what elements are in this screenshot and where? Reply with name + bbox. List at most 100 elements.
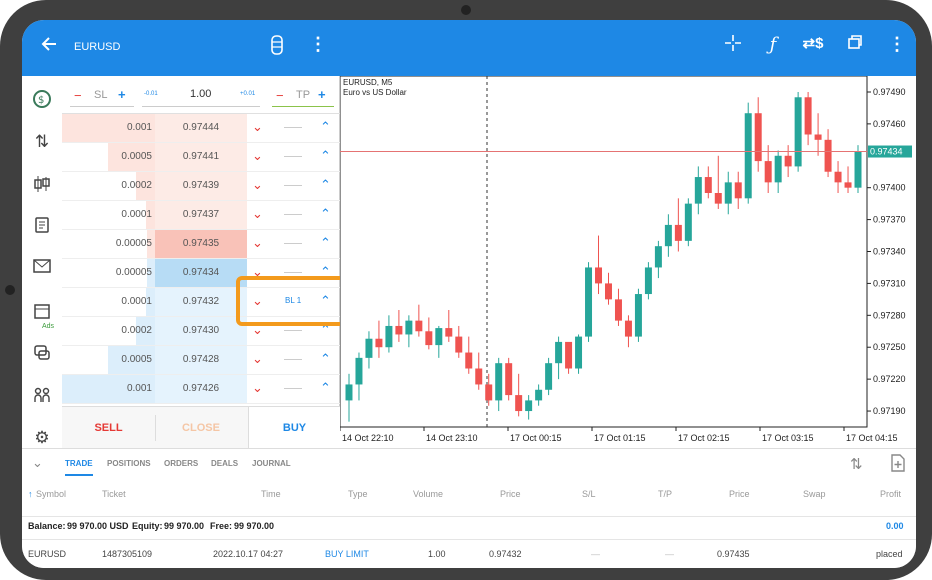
dom-row[interactable]: 0.0001 0.97437 ⌄ ⌃ (62, 201, 340, 230)
candle-body (784, 155, 792, 167)
tp-plus-button[interactable]: + (318, 87, 326, 102)
chat-icon[interactable] (28, 344, 56, 368)
dom-row[interactable]: 0.0002 0.97439 ⌄ ⌃ (62, 172, 340, 201)
no-order-dash (284, 214, 302, 215)
buy-limit-chevron-up-icon[interactable]: ⌃ (320, 235, 331, 251)
candle-body (565, 341, 573, 369)
trade-params-row: − SL + -0.01 1.00 +0.01 − TP + (62, 76, 340, 114)
dom-row[interactable]: 0.0005 0.97441 ⌄ ⌃ (62, 143, 340, 172)
app-toolbar: EURUSD ⋮ ƒ ⇄$ ⋮ (22, 20, 916, 76)
tp-minus-button[interactable]: − (276, 88, 284, 103)
equity-label: Equity: (132, 521, 163, 531)
dom-row[interactable]: 0.001 0.97444 ⌄ ⌃ (62, 114, 340, 143)
crosshair-icon[interactable] (720, 34, 746, 57)
sort-icon[interactable]: ⇅ (850, 455, 863, 473)
total-profit: 0.00 (886, 521, 904, 531)
dom-row[interactable]: 0.001 0.97426 ⌄ ⌃ (62, 375, 340, 404)
candle-body (844, 182, 852, 188)
candle-body (595, 267, 603, 284)
buy-limit-chevron-up-icon[interactable]: ⌃ (320, 380, 331, 396)
sell-button[interactable]: SELL (62, 407, 155, 449)
mail-icon[interactable] (28, 258, 56, 282)
no-order-dash (284, 243, 302, 244)
tab-journal[interactable]: JOURNAL (252, 459, 291, 468)
dollar-swap-icon[interactable]: ⇄$ (800, 34, 826, 52)
dom-price: 0.97430 (182, 325, 220, 336)
candle-body (405, 320, 413, 335)
community-icon[interactable] (28, 386, 56, 410)
sell-limit-chevron-down-icon[interactable]: ⌄ (252, 206, 263, 222)
buy-limit-chevron-up-icon[interactable]: ⌃ (320, 148, 331, 164)
dom-volume: 0.00005 (115, 267, 152, 278)
sl-plus-button[interactable]: + (118, 87, 126, 102)
buy-limit-chevron-up-icon[interactable]: ⌃ (320, 177, 331, 193)
x-axis-ticks: 14 Oct 22:10 14 Oct 23:10 17 Oct 00:15 17 O… (339, 427, 898, 443)
take-profit-field[interactable]: − TP + (272, 85, 334, 107)
more-vert-icon[interactable]: ⋮ (305, 34, 331, 55)
dom-row[interactable]: 0.00005 0.97435 ⌄ ⌃ (62, 230, 340, 259)
dom-price: 0.97434 (182, 267, 220, 278)
chevron-down-icon[interactable]: ⌄ (32, 455, 43, 471)
candle-body (614, 299, 622, 321)
x-tick-label: 17 Oct 03:15 (762, 433, 814, 443)
candle-body (455, 336, 463, 353)
order-time: 2022.10.17 04:27 (213, 549, 284, 559)
buy-button[interactable]: BUY (248, 407, 340, 449)
candle-body (764, 161, 772, 183)
sl-minus-button[interactable]: − (74, 88, 82, 103)
trade-arrows-icon[interactable]: ⇅ (28, 132, 56, 156)
buy-limit-chevron-up-icon[interactable]: ⌃ (320, 351, 331, 367)
candle-body (794, 97, 802, 167)
tab-trade[interactable]: TRADE (65, 459, 93, 476)
x-tick-label: 17 Oct 04:15 (846, 433, 898, 443)
arrow-left-icon[interactable] (36, 36, 62, 57)
history-icon[interactable] (28, 216, 56, 240)
tab-orders[interactable]: ORDERS (164, 459, 198, 468)
price-cylinder-icon[interactable] (264, 34, 290, 61)
order-row[interactable]: EURUSD 1487305109 2022.10.17 04:27 BUY L… (22, 539, 916, 568)
window-icon[interactable] (842, 34, 868, 55)
no-order-dash (284, 330, 302, 331)
dom-price: 0.97444 (182, 122, 220, 133)
sl-label: SL (94, 89, 108, 101)
price-chart[interactable]: 0.97490 0.97460 0.97400 0.97370 0.97340 0.973… (339, 75, 916, 448)
close-button[interactable]: CLOSE (155, 407, 247, 449)
toolbox-panel: ⌄ TRADE POSITIONS ORDERS DEALS JOURNAL ⇅… (22, 448, 916, 568)
sell-limit-chevron-down-icon[interactable]: ⌄ (252, 148, 263, 164)
col-current-price: Price (729, 489, 750, 499)
y-tick-label: 0.97370 (873, 215, 906, 225)
y-tick-label: 0.97400 (873, 183, 906, 193)
dom-row[interactable]: 0.0005 0.97428 ⌄ ⌃ (62, 346, 340, 375)
col-ticket: Ticket (102, 489, 126, 499)
candle-body (604, 283, 612, 300)
volume-decrease-button[interactable]: -0.01 (144, 91, 158, 97)
free-label: Free: (210, 521, 233, 531)
volume-increase-button[interactable]: +0.01 (240, 91, 255, 97)
candle-body (814, 134, 822, 140)
y-tick-label: 0.97460 (873, 119, 906, 129)
sell-limit-chevron-down-icon[interactable]: ⌄ (252, 119, 263, 135)
x-tick-label: 17 Oct 01:15 (594, 433, 646, 443)
volume-field[interactable]: -0.01 1.00 +0.01 (142, 85, 260, 107)
sell-limit-chevron-down-icon[interactable]: ⌄ (252, 351, 263, 367)
candle-body (704, 177, 712, 193)
y-tick-label: 0.97310 (873, 278, 906, 288)
candles-icon[interactable] (28, 174, 56, 198)
function-icon[interactable]: ƒ (760, 34, 786, 55)
buy-limit-chevron-up-icon[interactable]: ⌃ (320, 119, 331, 135)
clock-money-icon[interactable]: $ (28, 88, 56, 112)
candle-body (495, 363, 503, 401)
tab-positions[interactable]: POSITIONS (107, 459, 151, 468)
new-document-icon[interactable] (890, 454, 906, 477)
sell-limit-chevron-down-icon[interactable]: ⌄ (252, 177, 263, 193)
tab-deals[interactable]: DEALS (211, 459, 238, 468)
more-vert-icon[interactable]: ⋮ (884, 34, 910, 55)
stop-loss-field[interactable]: − SL + (70, 85, 134, 107)
order-current-price: 0.97435 (717, 549, 750, 559)
sell-limit-chevron-down-icon[interactable]: ⌄ (252, 235, 263, 251)
dom-volume: 0.0002 (121, 325, 152, 336)
candle-body (465, 352, 473, 369)
sell-limit-chevron-down-icon[interactable]: ⌄ (252, 380, 263, 396)
svg-text:$: $ (38, 95, 44, 106)
buy-limit-chevron-up-icon[interactable]: ⌃ (320, 206, 331, 222)
